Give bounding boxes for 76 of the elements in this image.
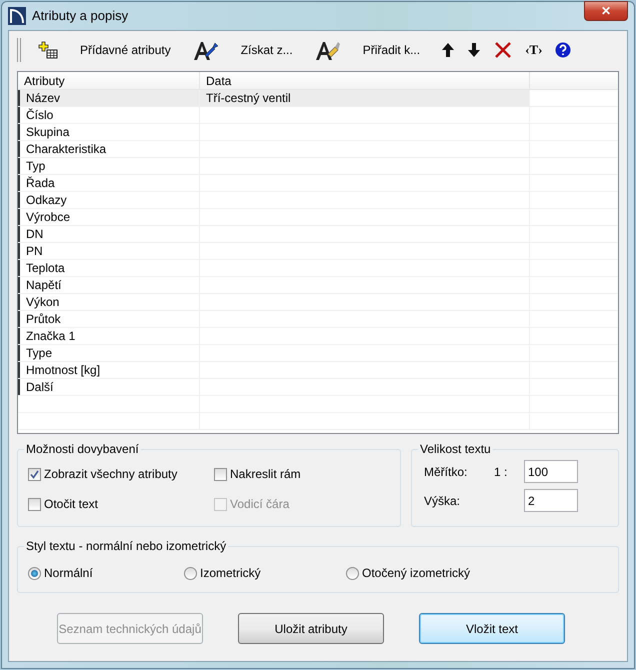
table-row[interactable]: Skupina <box>18 124 618 141</box>
checkbox-label: Zobrazit všechny atributy <box>44 466 178 483</box>
table-cell: Hmotnost [kg] <box>26 363 100 377</box>
checkbox[interactable] <box>28 498 41 510</box>
close-button[interactable]: ✕ <box>584 1 628 21</box>
height-field[interactable]: 2 <box>524 489 578 512</box>
table-cell: PN <box>26 244 43 258</box>
table-row[interactable]: Další <box>18 379 618 396</box>
table-cell: Skupina <box>26 125 70 139</box>
table-row[interactable]: Výkon <box>18 294 618 311</box>
table-row[interactable]: Napětí <box>18 277 618 294</box>
table-row[interactable]: Odkazy <box>18 192 618 209</box>
table-cell: Teplota <box>26 261 65 275</box>
down-arrow-icon[interactable] <box>468 43 480 57</box>
table-cell: Charakteristika <box>26 142 106 156</box>
height-label: Výška: <box>424 492 462 510</box>
table-row[interactable]: Charakteristika <box>18 141 618 158</box>
window-title: Atributy a popisy <box>32 7 128 26</box>
table-cell: Další <box>26 380 54 394</box>
table-cell: Název <box>26 91 60 105</box>
scale-field[interactable]: 100 <box>524 460 578 483</box>
radio-button[interactable] <box>184 566 197 580</box>
table-cell: Značka 1 <box>26 329 76 343</box>
checkbox-label: Nakreslit rám <box>230 466 301 483</box>
table-row[interactable]: Název Tří-cestný ventil <box>18 90 618 107</box>
table-cell: Typ <box>26 159 46 173</box>
column-header[interactable]: Data <box>200 72 530 89</box>
table-row[interactable]: Teplota <box>18 260 618 277</box>
letter-eyedropper-icon[interactable] <box>192 39 219 61</box>
table-row[interactable]: Řada <box>18 175 618 192</box>
checkbox-label: Vodicí čára <box>230 496 290 513</box>
table-cell: Průtok <box>26 312 61 326</box>
toolbar-button[interactable]: Přídavné atributy <box>65 41 186 59</box>
group-title: Styl textu - normální nebo izometrický <box>24 539 228 553</box>
dialog-button[interactable]: Uložit atributy <box>238 613 384 644</box>
table-row[interactable]: Type <box>18 345 618 362</box>
table-row[interactable]: DN <box>18 226 618 243</box>
column-header[interactable]: Atributy <box>18 72 200 89</box>
table-cell: DN <box>26 227 44 241</box>
group-title: Možnosti dovybavení <box>24 442 141 456</box>
table-row[interactable]: Výrobce <box>18 209 618 226</box>
table-cell: Odkazy <box>26 193 67 207</box>
scale-prefix: 1 : <box>494 464 508 480</box>
radio-label: Izometrický <box>200 565 261 582</box>
dialog-button[interactable]: Vložit text <box>419 613 565 644</box>
toolbar-button[interactable]: Získat z... <box>226 41 308 59</box>
delete-icon[interactable] <box>494 41 512 59</box>
table-cell: Tří-cestný ventil <box>206 91 291 105</box>
table-cell: Type <box>26 346 52 360</box>
table-cell: Číslo <box>26 108 54 122</box>
scale-label: Měřítko: <box>424 464 468 480</box>
radio-label: Normální <box>44 565 93 582</box>
table-cell: Výrobce <box>26 210 70 224</box>
table-row[interactable]: PN <box>18 243 618 260</box>
table-row[interactable]: Průtok <box>18 311 618 328</box>
table-cell: Napětí <box>26 278 62 292</box>
checkbox[interactable] <box>214 468 227 480</box>
text-tag-button[interactable]: ‹T› <box>519 40 548 60</box>
toolbar-button[interactable]: Přiřadit k... <box>348 41 436 59</box>
radio-button[interactable] <box>28 566 41 580</box>
radio-label: Otočený izometrický <box>362 565 470 582</box>
app-logo-icon <box>8 7 26 25</box>
table-row[interactable]: Číslo <box>18 107 618 124</box>
group-title: Velikost textu <box>418 442 493 456</box>
table-cell: Výkon <box>26 295 60 309</box>
table-row[interactable]: Hmotnost [kg] <box>18 362 618 379</box>
letter-brush-icon[interactable] <box>314 39 341 61</box>
checkbox[interactable] <box>28 468 41 480</box>
table-cell: Řada <box>26 176 55 190</box>
table-row[interactable]: Značka 1 <box>18 328 618 345</box>
radio-button[interactable] <box>346 566 359 580</box>
add-table-icon[interactable] <box>38 41 58 59</box>
checkbox-label: Otočit text <box>44 496 98 513</box>
up-arrow-icon[interactable] <box>442 43 454 57</box>
table-row[interactable]: Typ <box>18 158 618 175</box>
help-icon[interactable] <box>555 42 572 58</box>
